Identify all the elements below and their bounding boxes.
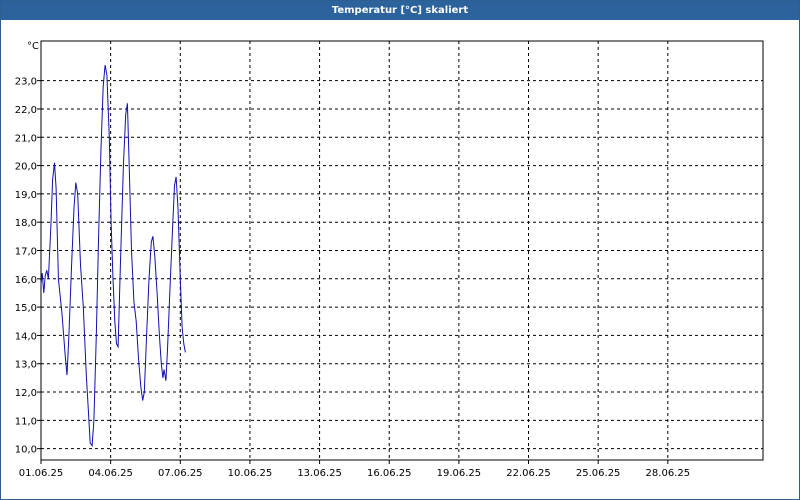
y-axis-label: °C [27,41,39,52]
y-tick-label: 12,0 [15,388,37,399]
y-tick-label: 13,0 [15,360,37,371]
x-tick-label: 13.06.25 [297,468,342,479]
y-tick-label: 10,0 [15,445,37,456]
y-tick-label: 19,0 [15,190,37,201]
y-tick-label: 11,0 [15,416,37,427]
x-tick-label: 22.06.25 [506,468,551,479]
x-tick-label: 19.06.25 [437,468,482,479]
chart-window: Temperatur [°C] skaliert 01.06.25 04.06.2… [0,0,800,500]
y-tick-label: 23,0 [15,77,37,88]
x-tick-label: 07.06.25 [158,468,203,479]
chart-area: 01.06.25 04.06.25 07.06.25 10.06.25 13.06.25… [1,20,799,499]
temperature-chart: 01.06.25 04.06.25 07.06.25 10.06.25 13.06.25… [15,40,764,479]
x-tick-label: 16.06.25 [367,468,412,479]
x-tick-label: 25.06.25 [576,468,621,479]
x-tick-label: 10.06.25 [228,468,273,479]
window-title: Temperatur [°C] skaliert [1,1,799,20]
y-tick-label: 18,0 [15,218,37,229]
y-tick-label: 22,0 [15,105,37,116]
x-tick-label: 04.06.25 [88,468,133,479]
x-tick-label: 28.06.25 [646,468,691,479]
y-tick-label: 17,0 [15,247,37,258]
y-tick-label: 14,0 [15,331,37,342]
y-tick-label: 20,0 [15,162,37,173]
y-tick-label: 16,0 [15,275,37,286]
x-tick-label: 01.06.25 [19,468,64,479]
y-tick-label: 15,0 [15,303,37,314]
y-tick-label: 21,0 [15,133,37,144]
temperature-series-line [40,65,186,448]
